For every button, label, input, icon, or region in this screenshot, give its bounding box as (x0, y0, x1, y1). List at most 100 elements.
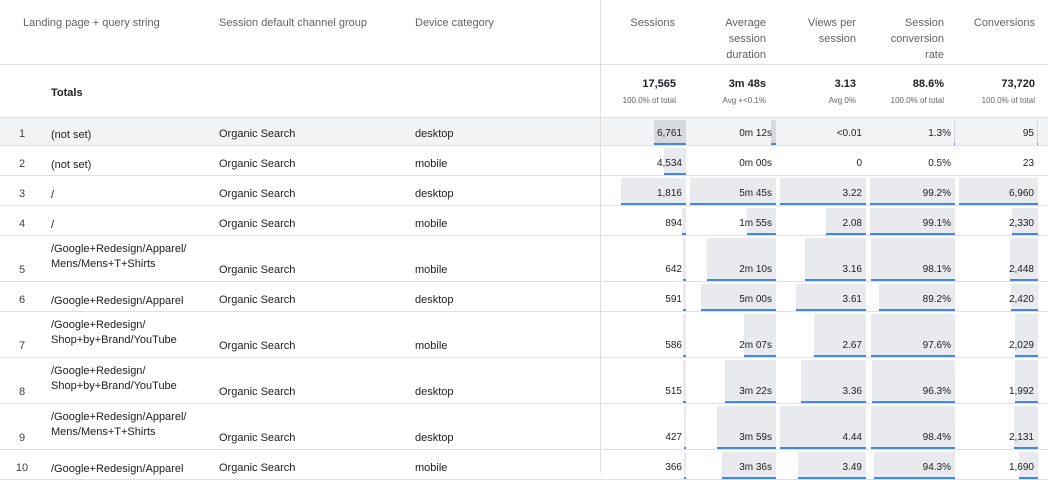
metric-cell-dur: 5m 00s (688, 282, 778, 311)
metric-value: 3.16 (842, 264, 862, 275)
metric-bar-underline (954, 143, 955, 145)
landing-page-cell[interactable]: /Google+Redesign/Apparel/Mens/Mens+T+Shi… (51, 242, 211, 272)
header-session-conversion-rate[interactable]: Session conversion rate (868, 15, 944, 63)
metric-cell-cr: 0.5% (868, 146, 957, 175)
landing-page-cell[interactable]: / (51, 218, 211, 233)
row-number: 2 (18, 158, 26, 170)
table-row[interactable]: 1 (not set) Organic Search desktop 6,761 0m 1… (0, 118, 1048, 146)
totals-sessions: 17,565 (642, 78, 676, 90)
metric-value: 1,816 (656, 188, 682, 199)
metric-value: 2m 07s (739, 340, 772, 351)
metric-value: 2,131 (1008, 432, 1034, 443)
table-row[interactable]: 8/Google+Redesign/Shop+by+Brand/YouTube O… (0, 358, 1048, 404)
table-row[interactable]: 3 / Organic Search desktop 1,816 5m 45s 3.22 99… (0, 176, 1048, 206)
totals-conversions: 73,720 (1001, 78, 1035, 90)
metric-value: 591 (665, 294, 682, 305)
table-row[interactable]: 6/Google+Redesign/Apparel Organic Search d… (0, 282, 1048, 312)
metric-cell-conv: 2,131 (957, 404, 1040, 449)
metric-bar (683, 314, 686, 357)
metric-bar (682, 208, 686, 235)
table-row[interactable]: 9/Google+Redesign/Apparel/Mens/Mens+T+Sh… (0, 404, 1048, 450)
metric-bar (683, 284, 686, 311)
metric-cell-sessions: 427 (600, 404, 688, 449)
metric-cell-sessions: 586 (600, 312, 688, 357)
totals-avg-duration-sub: Avg +<0.1% (722, 96, 766, 105)
metric-value: 894 (665, 218, 682, 229)
metric-bar-underline (796, 309, 866, 311)
metric-cell-dur: 1m 55s (688, 206, 778, 235)
metric-cell-sessions: 894 (600, 206, 688, 235)
metric-bar-underline (747, 233, 776, 235)
row-number: 10 (15, 462, 29, 474)
metric-cell-vps: 3.22 (778, 176, 868, 205)
landing-page-cell[interactable]: /Google+Redesign/Shop+by+Brand/YouTube (51, 364, 211, 394)
totals-avg-duration: 3m 48s (728, 78, 766, 90)
metric-cell-sessions: 366 (600, 450, 688, 479)
metric-bar-underline (621, 203, 686, 205)
landing-page-cell[interactable]: /Google+Redesign/Apparel/Mens/Mens+T+Shi… (51, 410, 211, 440)
metric-value: 95 (1022, 128, 1034, 139)
metric-value: 96.3% (922, 386, 951, 397)
metric-value: 0.5% (928, 158, 951, 169)
landing-page-line: Mens/Mens+T+Shirts (51, 258, 156, 270)
landing-page-cell[interactable]: /Google+Redesign/Shop+by+Brand/YouTube (51, 318, 211, 348)
row-number: 9 (18, 432, 26, 444)
metric-value: 2.67 (842, 340, 862, 351)
row-number: 1 (18, 128, 26, 140)
totals-views-per-session: 3.13 (834, 78, 856, 90)
table-row[interactable]: 10/Google+Redesign/Apparel Organic Search… (0, 450, 1048, 480)
metric-bar-underline (805, 279, 866, 281)
metric-value: 3m 22s (739, 386, 772, 397)
metric-bar-underline (1015, 355, 1038, 357)
metric-cell-sessions: 515 (600, 358, 688, 403)
metric-value: 3.49 (842, 462, 862, 473)
metric-value: 94.3% (922, 462, 951, 473)
metric-bar-underline (725, 401, 776, 403)
table-row[interactable]: 7/Google+Redesign/Shop+by+Brand/YouTube O… (0, 312, 1048, 358)
metric-value: 89.2% (922, 294, 951, 305)
header-views-per-session[interactable]: Views per session (780, 15, 856, 47)
landing-page-cell[interactable]: (not set) (51, 158, 211, 173)
metric-value: 0m 12s (739, 128, 772, 139)
metric-cell-sessions: 591 (600, 282, 688, 311)
table-row[interactable]: 2 (not set) Organic Search mobile 4,534 0m 00… (0, 146, 1048, 176)
metric-cell-vps: 2.67 (778, 312, 868, 357)
metric-value: 98.4% (922, 432, 951, 443)
landing-page-cell[interactable]: / (51, 188, 211, 203)
metric-cell-vps: 4.44 (778, 404, 868, 449)
metric-bar-underline (722, 477, 776, 479)
landing-page-cell[interactable]: /Google+Redesign/Apparel (51, 462, 211, 477)
header-channel-group[interactable]: Session default channel group (219, 15, 367, 31)
device-category-cell: mobile (415, 218, 448, 230)
header-sessions[interactable]: Sessions (605, 15, 675, 31)
metric-cell-dur: 3m 59s (688, 404, 778, 449)
metric-value: 23 (1022, 158, 1034, 169)
metric-value: 99.1% (922, 218, 951, 229)
header-avg-session-duration[interactable]: Average session duration (690, 15, 766, 63)
metric-cell-dur: 3m 22s (688, 358, 778, 403)
landing-page-cell[interactable]: (not set) (51, 128, 211, 143)
table-row[interactable]: 4 / Organic Search mobile 894 1m 55s 2.08 99.1%… (0, 206, 1048, 236)
metric-cell-conv: 2,330 (957, 206, 1040, 235)
metric-cell-cr: 1.3% (868, 118, 957, 145)
metric-bar-underline (707, 279, 776, 281)
metric-cell-dur: 3m 36s (688, 450, 778, 479)
metric-cell-sessions: 6,761 (600, 118, 688, 145)
metric-bar-underline (664, 173, 686, 175)
header-line: Average (725, 17, 766, 29)
header-conversions[interactable]: Conversions (955, 15, 1035, 31)
metric-bar-underline (683, 401, 686, 403)
metric-value: 4,534 (656, 158, 682, 169)
header-device-category[interactable]: Device category (415, 15, 494, 31)
device-category-cell: desktop (415, 432, 454, 444)
landing-page-cell[interactable]: /Google+Redesign/Apparel (51, 294, 211, 309)
metric-bar-underline (717, 447, 776, 449)
totals-conversions-sub: 100.0% of total (981, 96, 1035, 105)
metric-bar-underline (1010, 279, 1038, 281)
landing-page-line: Mens/Mens+T+Shirts (51, 426, 156, 438)
header-landing-page[interactable]: Landing page + query string (23, 15, 160, 31)
metric-cell-conv: 1,992 (957, 358, 1040, 403)
metric-bar-underline (879, 309, 955, 311)
table-row[interactable]: 5/Google+Redesign/Apparel/Mens/Mens+T+Sh… (0, 236, 1048, 282)
metric-value: 366 (665, 462, 682, 473)
